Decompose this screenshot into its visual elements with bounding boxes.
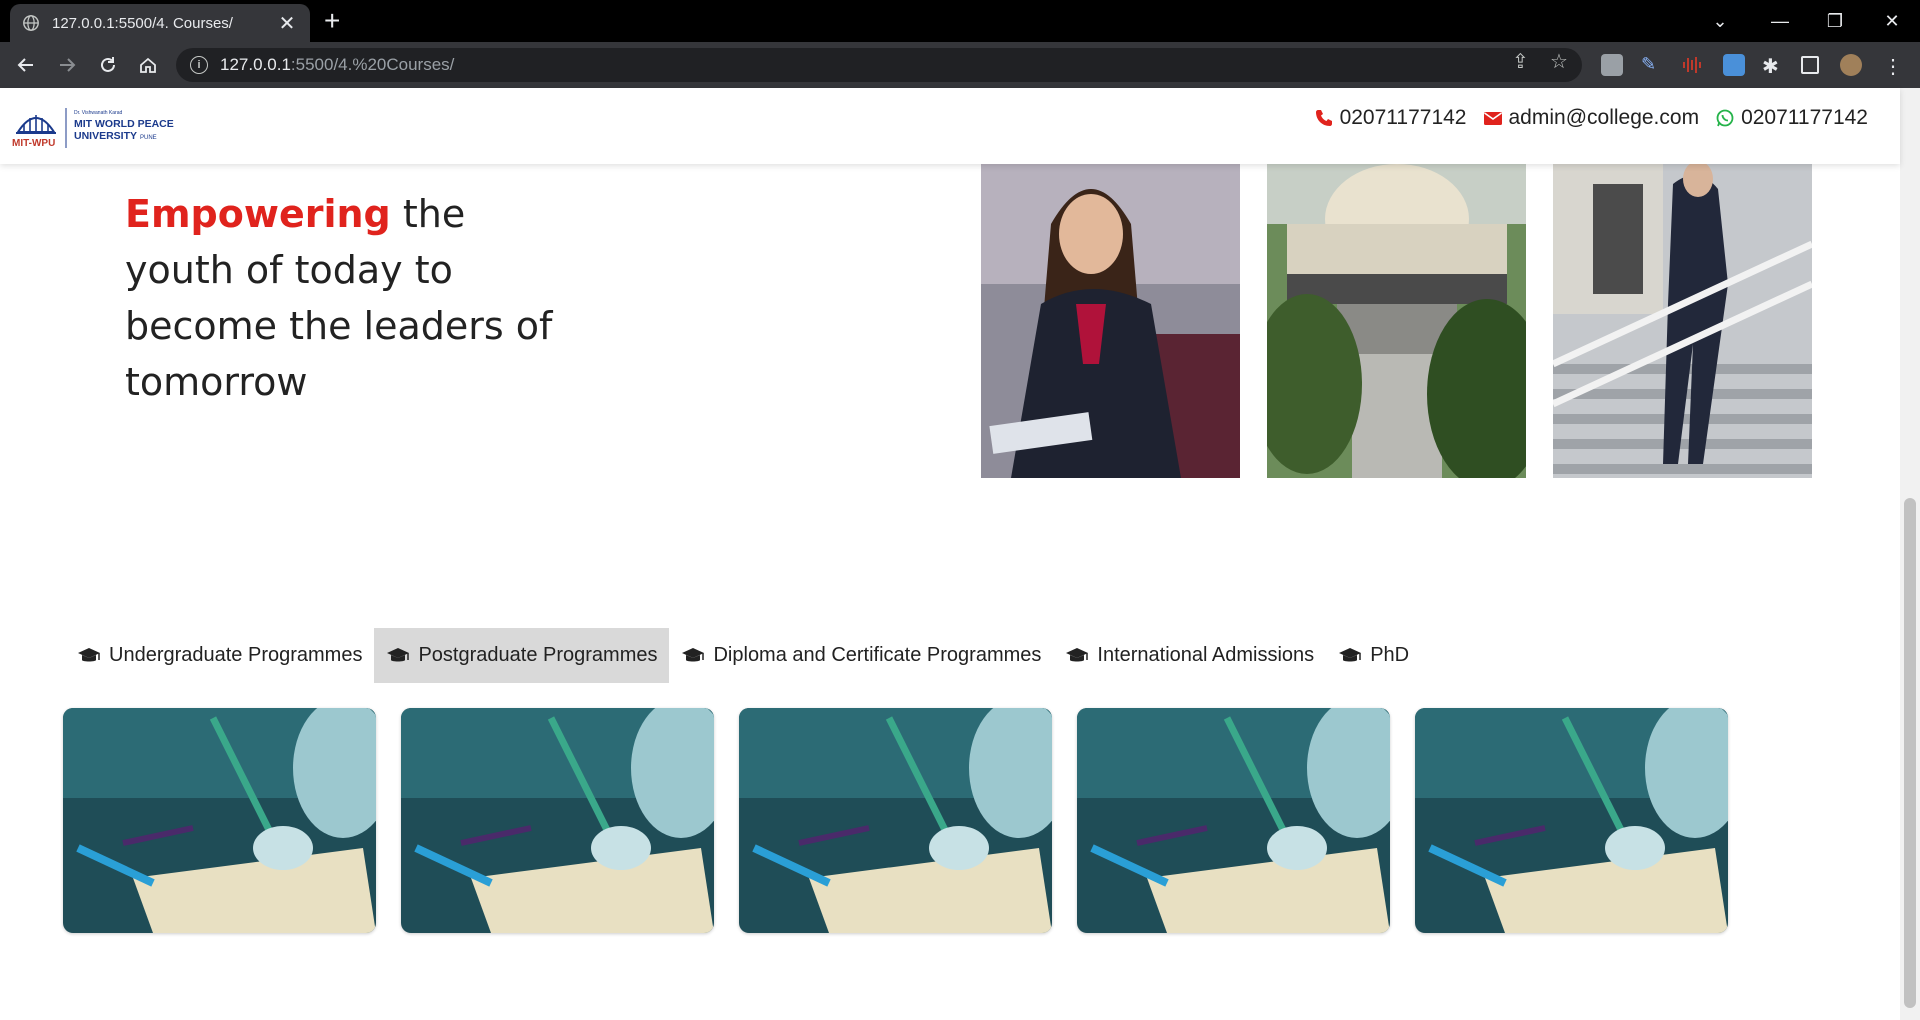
university-logo[interactable]: MIT-WPU Dr. Vishwanath Karad MIT WORLD P… bbox=[12, 102, 192, 154]
phone-contact[interactable]: 02071177142 bbox=[1314, 106, 1467, 130]
site-header: MIT-WPU Dr. Vishwanath Karad MIT WORLD P… bbox=[0, 88, 1900, 164]
puzzle-extensions-icon[interactable]: ✱ bbox=[1762, 54, 1784, 78]
reload-button[interactable] bbox=[94, 51, 122, 79]
minimize-button[interactable]: — bbox=[1750, 0, 1810, 42]
phone-number: 02071177142 bbox=[1339, 106, 1467, 129]
campus-building-photo bbox=[1267, 164, 1526, 478]
svg-text:Dr. Vishwanath Karad: Dr. Vishwanath Karad bbox=[74, 110, 122, 116]
programme-tabs: Undergraduate Programmes Postgraduate Pr… bbox=[65, 628, 1421, 683]
tab-title: 127.0.0.1:5500/4. Courses/ bbox=[52, 14, 233, 32]
svg-text:PUNE: PUNE bbox=[140, 135, 157, 141]
url-host: 127.0.0.1 bbox=[220, 55, 291, 74]
contact-info: 02071177142 admin@college.com 0207117714… bbox=[1314, 106, 1868, 130]
tab-label: PhD bbox=[1370, 644, 1410, 666]
graduation-cap-icon bbox=[78, 647, 100, 661]
envelope-icon bbox=[1483, 112, 1502, 125]
email-address: admin@college.com bbox=[1508, 106, 1700, 129]
tab-label: Undergraduate Programmes bbox=[109, 644, 363, 666]
forward-button[interactable] bbox=[53, 51, 81, 79]
tab-postgraduate[interactable]: Postgraduate Programmes bbox=[374, 628, 670, 683]
whatsapp-contact[interactable]: 02071177142 bbox=[1715, 106, 1868, 130]
course-card[interactable] bbox=[63, 708, 376, 933]
scrollbar-thumb[interactable] bbox=[1904, 498, 1916, 1008]
address-bar[interactable]: i 127.0.0.1:5500/4.%20Courses/ bbox=[176, 48, 1582, 82]
arrow-right-icon bbox=[60, 58, 76, 72]
browser-toolbar: i 127.0.0.1:5500/4.%20Courses/ ⇪ ☆ ✎ ✱ ⋮ bbox=[0, 42, 1920, 88]
page-scrollbar[interactable] bbox=[1900, 88, 1920, 1020]
menu-kebab-icon[interactable]: ⋮ bbox=[1882, 54, 1904, 78]
course-card[interactable] bbox=[1415, 708, 1728, 933]
back-button[interactable] bbox=[12, 51, 40, 79]
url-path: :5500/4.%20Courses/ bbox=[290, 55, 455, 74]
exam-writing-image bbox=[1077, 708, 1390, 933]
site-info-icon[interactable]: i bbox=[190, 56, 208, 74]
course-card[interactable] bbox=[401, 708, 714, 933]
tab-label: International Admissions bbox=[1097, 644, 1315, 666]
browser-tabstrip: 127.0.0.1:5500/4. Courses/ ✕ + ⌄ — ❐ ✕ bbox=[0, 0, 1920, 42]
arrow-left-icon bbox=[17, 58, 33, 72]
graduation-cap-icon bbox=[1339, 647, 1362, 661]
share-icon[interactable]: ⇪ bbox=[1512, 49, 1529, 74]
browser-tab[interactable]: 127.0.0.1:5500/4. Courses/ ✕ bbox=[10, 4, 310, 42]
pen-extension-icon[interactable]: ✎ bbox=[1641, 54, 1663, 76]
graduation-cap-icon bbox=[1066, 647, 1089, 661]
reload-icon bbox=[101, 57, 115, 72]
course-card[interactable] bbox=[739, 708, 1052, 933]
tab-label: Postgraduate Programmes bbox=[418, 644, 658, 666]
home-icon bbox=[140, 57, 156, 73]
exam-writing-image bbox=[401, 708, 714, 933]
restore-button[interactable]: ❐ bbox=[1805, 0, 1865, 42]
tab-phd[interactable]: PhD bbox=[1326, 628, 1421, 683]
tab-label: Diploma and Certificate Programmes bbox=[713, 644, 1042, 666]
close-tab-icon[interactable]: ✕ bbox=[276, 11, 298, 36]
graduation-cap-icon bbox=[387, 647, 410, 661]
hero-heading: Empowering the youth of today to become … bbox=[125, 186, 585, 410]
new-tab-button[interactable]: + bbox=[324, 7, 340, 35]
hero-accent-word: Empowering bbox=[125, 192, 391, 236]
exam-writing-image bbox=[1415, 708, 1728, 933]
email-contact[interactable]: admin@college.com bbox=[1483, 106, 1700, 130]
svg-text:UNIVERSITY: UNIVERSITY bbox=[74, 130, 137, 142]
tab-international-admissions[interactable]: International Admissions bbox=[1053, 628, 1326, 683]
graduation-cap-icon bbox=[682, 647, 705, 661]
audio-extension-icon[interactable] bbox=[1681, 54, 1703, 76]
translate-extension-icon[interactable] bbox=[1723, 54, 1745, 76]
student-photo bbox=[981, 164, 1240, 478]
svg-text:MIT-WPU: MIT-WPU bbox=[12, 138, 55, 149]
globe-icon bbox=[23, 15, 39, 31]
tab-undergraduate[interactable]: Undergraduate Programmes bbox=[65, 628, 374, 683]
tab-search-icon[interactable]: ⌄ bbox=[1690, 0, 1750, 42]
course-card[interactable] bbox=[1077, 708, 1390, 933]
profile-avatar[interactable] bbox=[1840, 54, 1862, 76]
home-button[interactable] bbox=[134, 51, 162, 79]
exam-writing-image bbox=[739, 708, 1052, 933]
bookmark-star-icon[interactable]: ☆ bbox=[1550, 49, 1568, 74]
student-stairs-photo bbox=[1553, 164, 1812, 478]
course-cards bbox=[63, 708, 1728, 933]
extension-1-icon[interactable] bbox=[1601, 54, 1623, 76]
svg-text:MIT WORLD PEACE: MIT WORLD PEACE bbox=[74, 118, 174, 130]
tab-diploma-certificate[interactable]: Diploma and Certificate Programmes bbox=[669, 628, 1053, 683]
whatsapp-number: 02071177142 bbox=[1741, 106, 1868, 129]
exam-writing-image bbox=[63, 708, 376, 933]
side-panel-icon[interactable] bbox=[1801, 56, 1819, 74]
whatsapp-icon bbox=[1716, 109, 1734, 127]
phone-icon bbox=[1315, 110, 1332, 126]
close-window-button[interactable]: ✕ bbox=[1862, 0, 1920, 42]
